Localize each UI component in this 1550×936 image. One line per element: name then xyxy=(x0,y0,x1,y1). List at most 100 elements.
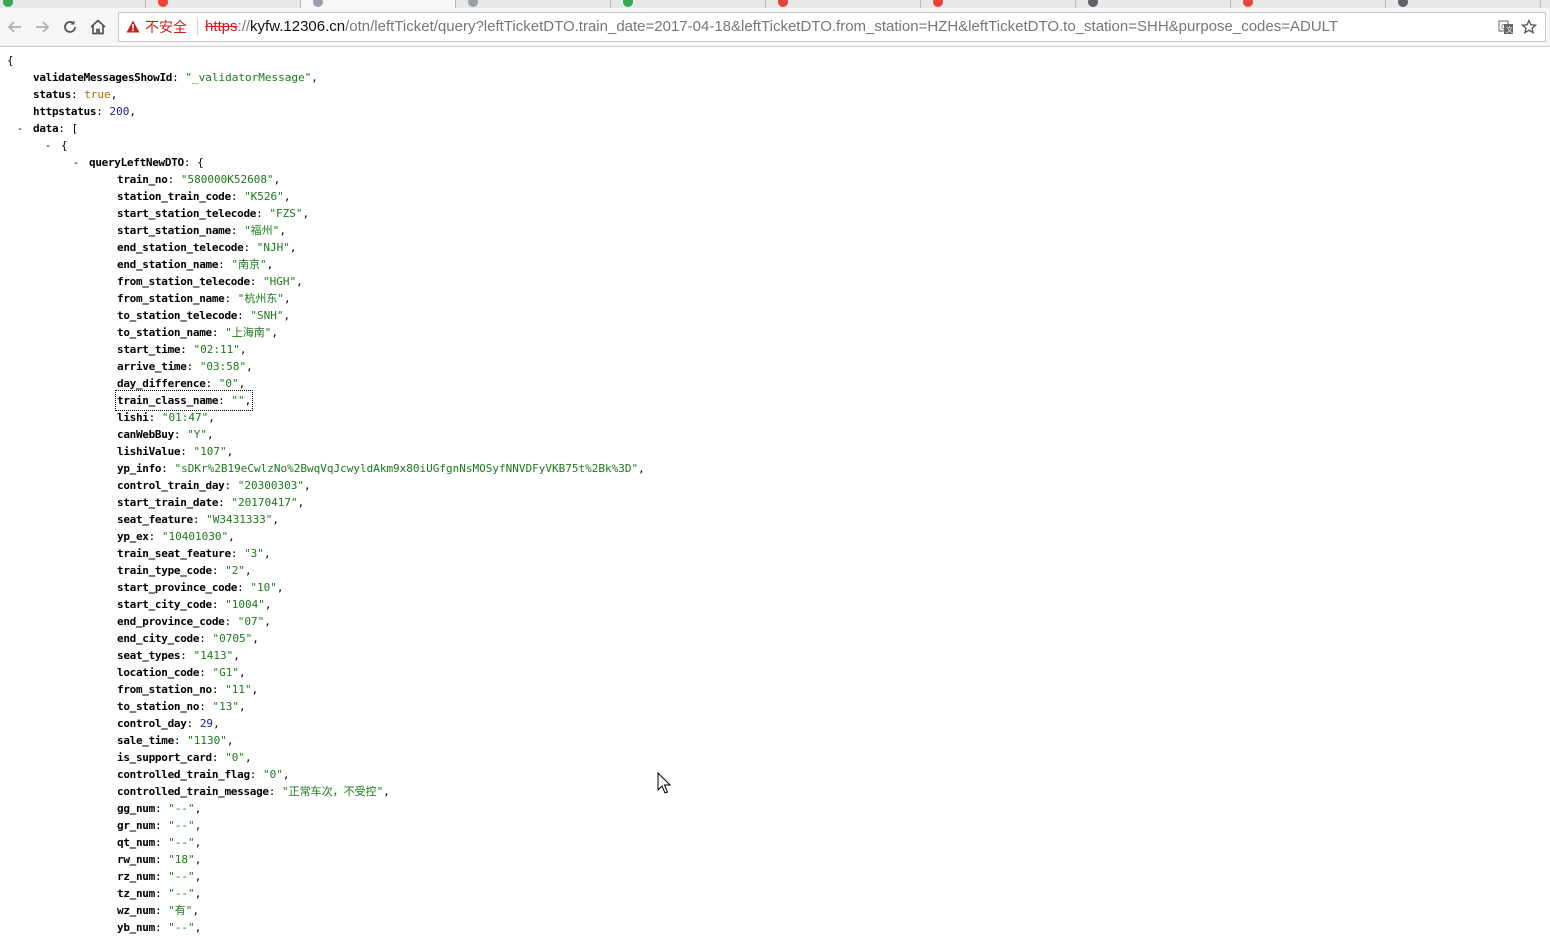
browser-tab[interactable] xyxy=(765,0,932,8)
browser-tab[interactable] xyxy=(0,0,157,8)
json-property: status: true, xyxy=(33,88,118,101)
json-value: "有" xyxy=(168,904,193,917)
json-property: end_station_name: "南京", xyxy=(117,258,274,271)
browser-tab[interactable] xyxy=(610,0,777,8)
security-label: 不安全 xyxy=(145,19,187,35)
json-value: "3" xyxy=(244,547,264,560)
url-scheme: https xyxy=(205,18,238,35)
json-key: start_station_name xyxy=(117,224,231,237)
tab-favicon-icon xyxy=(313,0,323,7)
svg-text:文: 文 xyxy=(1506,25,1513,34)
json-value: "0" xyxy=(263,768,283,781)
json-property: start_time: "02:11", xyxy=(117,343,247,356)
json-key: train_type_code xyxy=(117,564,212,577)
json-property: end_station_telecode: "NJH", xyxy=(117,241,297,254)
json-value: "SNH" xyxy=(250,309,284,322)
json-value: "--" xyxy=(168,921,195,934)
json-bracket: [ xyxy=(71,122,79,135)
json-root-open: { xyxy=(7,52,14,69)
back-icon[interactable] xyxy=(3,15,27,39)
json-property: lishiValue: "107", xyxy=(117,445,234,458)
json-key: controlled_train_flag xyxy=(117,768,250,781)
json-value: "南京" xyxy=(231,258,267,271)
json-property: start_province_code: "10", xyxy=(117,581,284,594)
json-property: rz_num: "--", xyxy=(117,870,202,883)
forward-icon[interactable] xyxy=(30,15,54,39)
json-value: "sDKr%2B19eCwlzNo%2BwqVqJcwyldAkm9x80iUG… xyxy=(174,462,639,475)
json-value: "正常车次，不受控" xyxy=(282,785,384,798)
json-key: station_train_code xyxy=(117,190,231,203)
url-host: kyfw.12306.cn xyxy=(250,18,346,35)
json-key: yp_info xyxy=(117,462,162,475)
reload-icon[interactable] xyxy=(58,15,82,39)
tab-favicon-icon xyxy=(933,0,943,7)
json-property: validateMessagesShowId: "_validatorMessa… xyxy=(33,71,318,84)
json-property: from_station_name: "杭州东", xyxy=(117,292,291,305)
json-property: train_no: "580000K52608", xyxy=(117,173,281,186)
browser-tab[interactable] xyxy=(455,0,622,8)
collapse-toggle[interactable]: - xyxy=(71,154,81,171)
json-value: "1004" xyxy=(225,598,265,611)
json-property: controlled_train_flag: "0", xyxy=(117,768,290,781)
json-brace: { xyxy=(61,139,68,152)
json-key: seat_feature xyxy=(117,513,193,526)
json-property: location_code: "G1", xyxy=(117,666,246,679)
browser-tab[interactable] xyxy=(1540,0,1550,8)
json-key: end_station_name xyxy=(117,258,219,271)
json-value: "18" xyxy=(168,853,195,866)
json-property: qt_num: "--", xyxy=(117,836,202,849)
json-value: "580000K52608" xyxy=(180,173,274,186)
browser-tab[interactable] xyxy=(1230,0,1397,8)
json-value: "HGH" xyxy=(263,275,297,288)
tab-favicon-icon xyxy=(468,0,478,7)
json-property: to_station_no: "13", xyxy=(117,700,246,713)
tab-favicon-icon xyxy=(158,0,168,7)
warning-icon xyxy=(126,18,140,37)
mouse-cursor-icon xyxy=(657,771,672,798)
collapse-toggle[interactable]: - xyxy=(43,137,53,154)
json-property: end_city_code: "0705", xyxy=(117,632,259,645)
star-icon[interactable] xyxy=(1520,18,1538,36)
browser-tab[interactable] xyxy=(920,0,1087,8)
json-value: "20300303" xyxy=(237,479,304,492)
json-property: is_support_card: "0", xyxy=(117,751,252,764)
url-scheme-separator: :// xyxy=(237,18,251,35)
json-key: to_station_no xyxy=(117,700,200,713)
json-key: wz_num xyxy=(117,904,155,917)
json-viewer: { validateMessagesShowId: "_validatorMess… xyxy=(0,50,1550,934)
browser-tab[interactable] xyxy=(300,0,467,8)
json-property: train_type_code: "2", xyxy=(117,564,252,577)
security-indicator[interactable]: 不安全 xyxy=(126,18,187,36)
address-bar[interactable]: 不安全 https://kyfw.12306.cn/otn/leftTicket… xyxy=(118,12,1546,42)
json-key: gg_num xyxy=(117,802,155,815)
browser-tab[interactable] xyxy=(145,0,312,8)
json-value: "11" xyxy=(225,683,252,696)
translate-icon[interactable]: G文 xyxy=(1497,18,1515,36)
browser-tab[interactable] xyxy=(1075,0,1242,8)
json-property: station_train_code: "K526", xyxy=(117,190,291,203)
json-value: 200 xyxy=(109,105,130,118)
url-text[interactable]: https://kyfw.12306.cn/otn/leftTicket/que… xyxy=(205,13,1338,41)
json-key: train_no xyxy=(117,173,168,186)
tab-favicon-icon xyxy=(1088,0,1098,7)
url-path: /otn/leftTicket/query?leftTicketDTO.trai… xyxy=(345,18,1339,35)
tab-favicon-icon xyxy=(778,0,788,7)
json-property: to_station_telecode: "SNH", xyxy=(117,309,291,322)
json-property[interactable]: train_class_name: "", xyxy=(114,390,254,411)
json-value: "03:58" xyxy=(199,360,247,373)
collapse-toggle[interactable]: - xyxy=(15,120,25,137)
json-property: canWebBuy: "Y", xyxy=(117,428,214,441)
json-property: start_station_name: "福州", xyxy=(117,224,286,237)
json-value: "Y" xyxy=(187,428,208,441)
json-key: from_station_name xyxy=(117,292,225,305)
json-value: "杭州东" xyxy=(237,292,284,305)
json-key: control_day xyxy=(117,717,187,730)
browser-tab[interactable] xyxy=(1385,0,1550,8)
json-key: sale_time xyxy=(117,734,174,747)
json-value: "K526" xyxy=(244,190,284,203)
json-key: control_train_day xyxy=(117,479,225,492)
json-property: end_province_code: "07", xyxy=(117,615,271,628)
home-icon[interactable] xyxy=(86,15,110,39)
json-value: "07" xyxy=(237,615,265,628)
json-value: "01:47" xyxy=(161,411,209,424)
